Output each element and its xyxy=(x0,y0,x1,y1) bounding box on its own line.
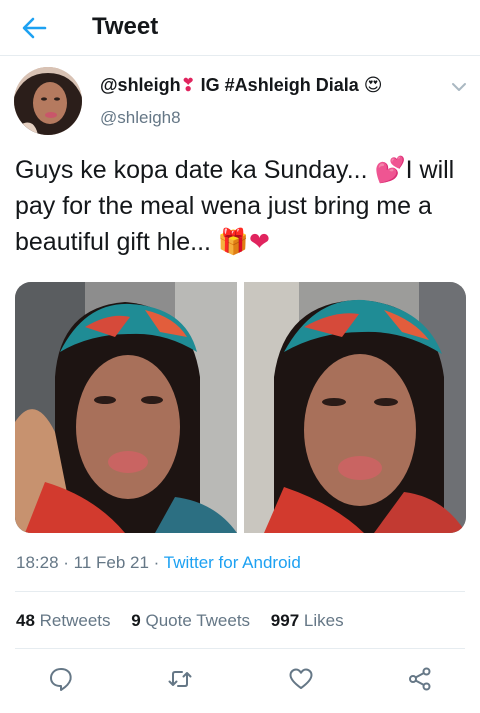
author-handle[interactable]: @shleigh8 xyxy=(100,108,181,128)
quote-tweets-label: Quote Tweets xyxy=(145,611,251,630)
tweet-stats: 48 Retweets 9 Quote Tweets 997 Likes xyxy=(16,611,360,631)
tweet-meta: 18:28 · 11 Feb 21 · Twitter for Android xyxy=(16,553,301,573)
meta-separator: · xyxy=(148,553,164,572)
tweet-text-part-1: Guys ke kopa date ka Sunday... xyxy=(15,156,375,184)
two-hearts-emoji: 💕 xyxy=(374,155,406,184)
quote-tweets-stat[interactable]: 9 Quote Tweets xyxy=(131,611,250,630)
divider xyxy=(15,591,465,592)
likes-label: Likes xyxy=(303,611,344,630)
meta-separator: · xyxy=(58,553,74,572)
page-title: Tweet xyxy=(92,13,159,40)
author-display-name[interactable]: @shleigh❣ IG #Ashleigh Diala 😍 xyxy=(100,75,383,96)
tweet-date: 11 Feb 21 xyxy=(73,553,149,572)
tweet-source-link[interactable]: Twitter for Android xyxy=(164,553,301,572)
likes-count: 997 xyxy=(270,611,300,630)
author-name-text: @shleigh xyxy=(100,75,181,95)
tweet-text: Guys ke kopa date ka Sunday... 💕I will p… xyxy=(15,152,470,260)
author-name-suffix: IG #Ashleigh Diala xyxy=(200,75,359,95)
heart-eyes-emoji: 😍 xyxy=(363,75,383,96)
retweet-icon[interactable] xyxy=(167,666,193,692)
gift-emoji: 🎁 xyxy=(217,227,250,256)
tweet-photo-2[interactable] xyxy=(244,282,466,533)
heart-exclamation-emoji: ❣ xyxy=(180,75,196,96)
back-arrow-icon[interactable] xyxy=(18,12,50,44)
chevron-down-icon[interactable] xyxy=(449,77,469,97)
like-icon[interactable] xyxy=(288,666,314,692)
share-icon[interactable] xyxy=(407,666,433,692)
tweet-photo-1[interactable] xyxy=(15,282,237,533)
retweets-count: 48 xyxy=(16,611,35,630)
tweet-time: 18:28 xyxy=(16,553,59,572)
divider xyxy=(15,648,465,649)
likes-stat[interactable]: 997 Likes xyxy=(271,611,344,630)
retweets-stat[interactable]: 48 Retweets xyxy=(16,611,111,630)
top-bar: Tweet xyxy=(0,0,480,56)
red-heart-emoji: ❤ xyxy=(249,227,270,256)
reply-icon[interactable] xyxy=(48,666,74,692)
quote-tweets-count: 9 xyxy=(131,611,141,630)
retweets-label: Retweets xyxy=(39,611,111,630)
avatar[interactable] xyxy=(14,67,82,135)
